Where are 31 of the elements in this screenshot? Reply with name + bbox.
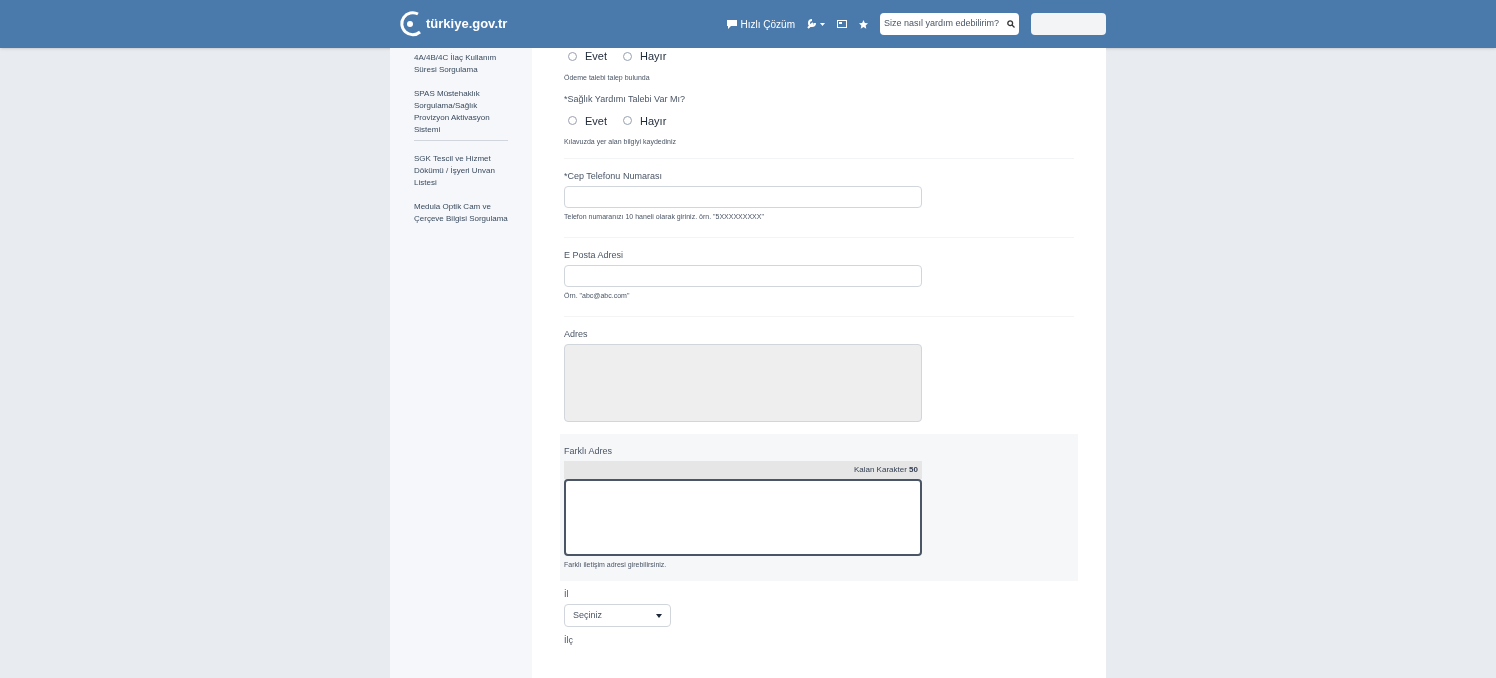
sidebar-link[interactable]: SGK Tescil ve Hizmet Dökümü / İşyeri Unvan Listesi (414, 153, 508, 189)
chat-icon (726, 19, 737, 29)
sidebar-link[interactable]: 4A/4B/4C İlaç Kullanım Süresi Sorgulama (414, 52, 508, 76)
field-label: İl (564, 589, 570, 600)
input-field[interactable] (564, 186, 922, 208)
text-area[interactable] (564, 479, 922, 556)
character-counter: Kalan Karakter 50 (564, 461, 922, 479)
field-label: *Sağlık Yardımı Talebi Var Mı? (564, 93, 686, 105)
search-field[interactable]: Size nasıl yardım edebilirim? (880, 13, 1019, 35)
sidebar-link[interactable]: Medula Optik Cam ve Çerçeve Bilgisi Sorgulama (414, 201, 508, 225)
field-label: İlç (564, 635, 574, 646)
caret-icon (656, 613, 662, 618)
sidebar-link[interactable]: SPAS Müstehaklık Sorgulama/Sağlık Provizyon Aktivasyon Sistemi (414, 88, 508, 136)
star-icon[interactable] (859, 19, 868, 29)
radio-option[interactable]: Hayır (623, 112, 667, 129)
radio-option[interactable]: Hayır (623, 48, 667, 65)
card-icon[interactable] (837, 20, 847, 28)
site-logo[interactable]: türkiye.gov.tr (426, 14, 508, 34)
radio-option[interactable]: Evet (568, 48, 607, 65)
login-button[interactable] (1031, 13, 1106, 35)
wrench-icon[interactable] (807, 19, 825, 29)
search-icon (1007, 20, 1015, 28)
quick-solution-link[interactable]: Hızlı Çözüm (726, 16, 795, 32)
input-field[interactable] (564, 265, 922, 287)
logo-icon (398, 10, 422, 38)
select-dropdown[interactable]: Seçiniz (564, 604, 671, 627)
field-label: Farklı Adres (564, 446, 613, 457)
field-label: E Posta Adresi (564, 250, 625, 261)
radio-option[interactable]: Evet (568, 112, 607, 129)
field-label: *Cep Telefonu Numarası (564, 171, 663, 182)
field-label: Adres (564, 329, 589, 340)
